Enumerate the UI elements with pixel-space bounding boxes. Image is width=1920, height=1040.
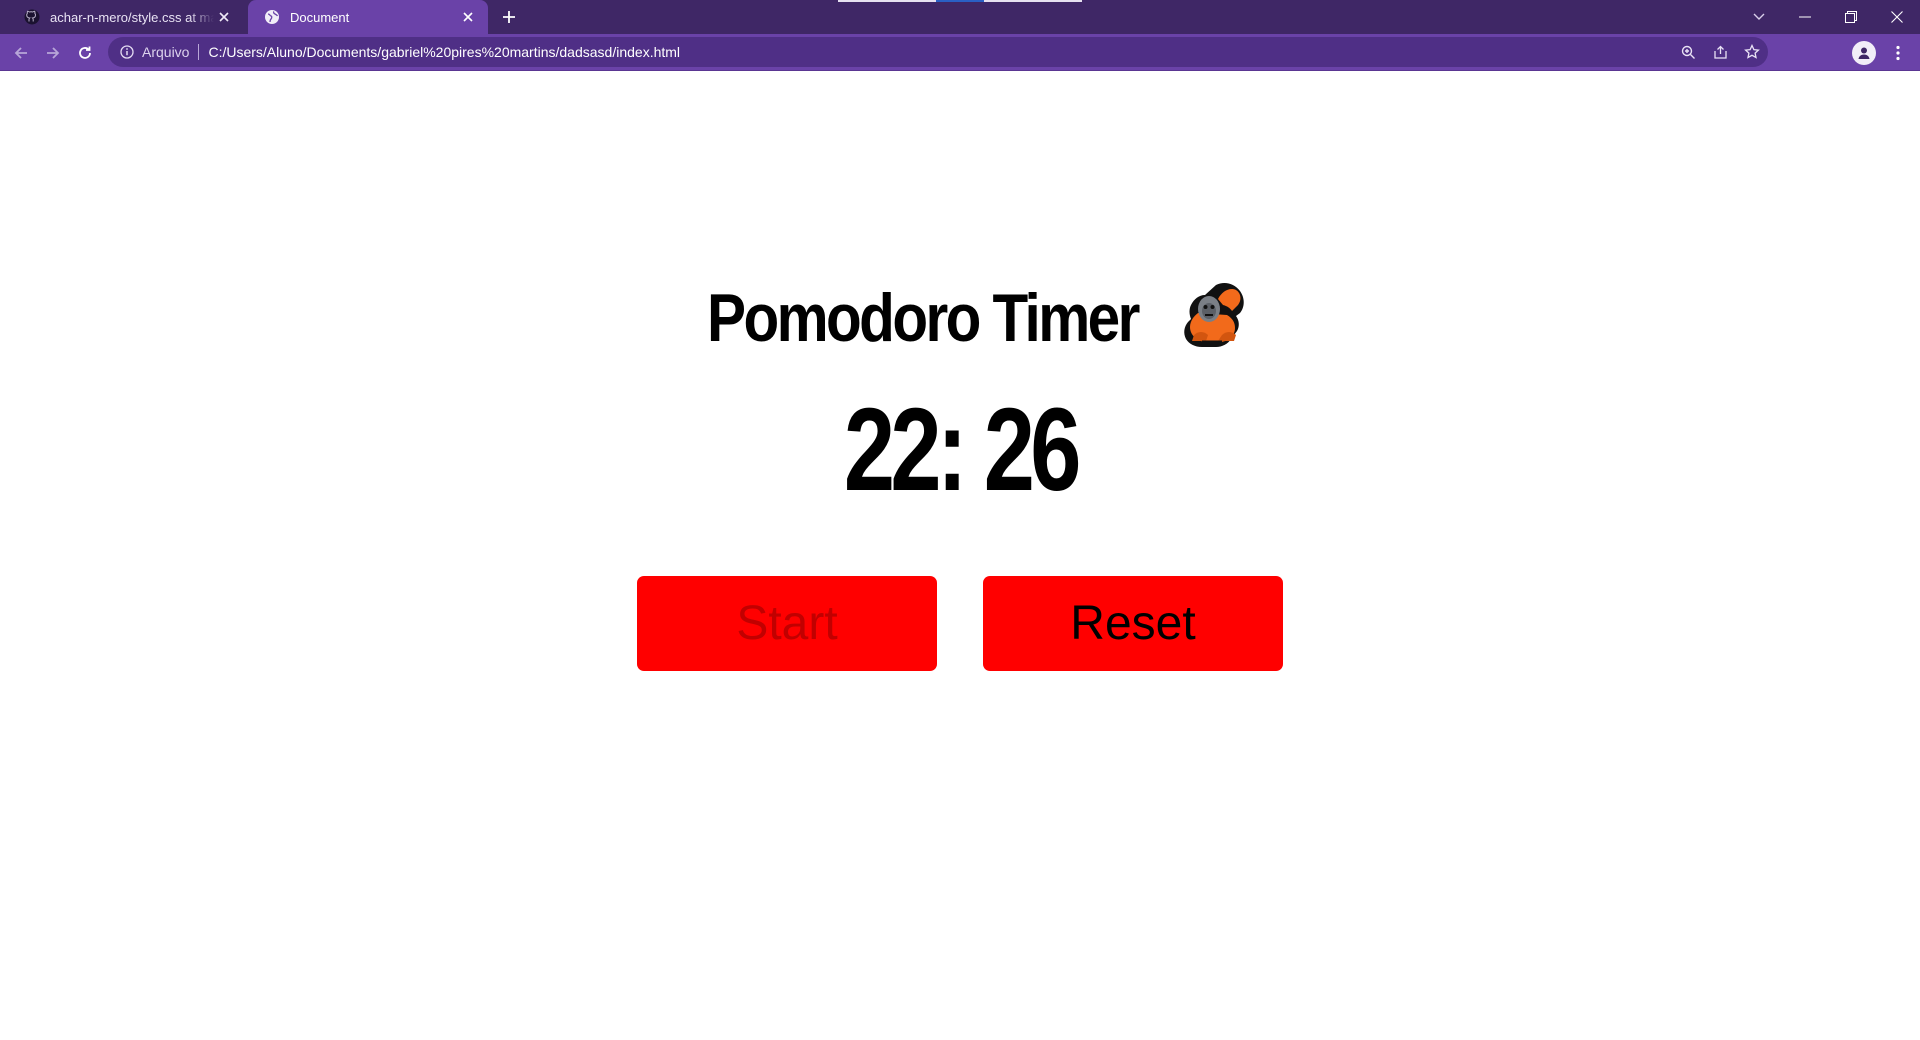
page-heading: Pomodoro Timer <box>0 278 1920 358</box>
close-window-button[interactable] <box>1874 0 1920 34</box>
back-button[interactable] <box>8 40 34 66</box>
restore-button[interactable] <box>1828 0 1874 34</box>
timer-value: 22: 26 <box>843 384 1082 516</box>
address-bar[interactable]: Arquivo C:/Users/Aluno/Documents/gabriel… <box>108 37 1768 67</box>
user-icon <box>1858 47 1870 59</box>
close-tab-icon[interactable] <box>214 7 234 27</box>
omnibox-divider <box>198 44 200 60</box>
restore-icon <box>1845 11 1857 23</box>
zoom-icon <box>1681 45 1695 59</box>
star-icon <box>1744 44 1760 59</box>
bookmark-button[interactable] <box>1736 37 1768 67</box>
browser-menu-button[interactable] <box>1886 41 1910 65</box>
close-icon <box>1891 11 1903 23</box>
tab-strip: achar-n-mero/style.css at main · Documen… <box>0 0 1920 34</box>
profile-avatar[interactable] <box>1852 41 1876 65</box>
browser-chrome: achar-n-mero/style.css at main · Documen… <box>0 0 1920 71</box>
minimize-button[interactable] <box>1782 0 1828 34</box>
tab-search-button[interactable] <box>1736 0 1782 34</box>
close-tab-icon[interactable] <box>458 7 478 27</box>
tabstrip-accent <box>838 0 936 2</box>
forward-button[interactable] <box>40 40 66 66</box>
info-icon[interactable] <box>118 43 136 61</box>
tabstrip-accent <box>936 0 984 2</box>
arrow-left-icon <box>14 47 27 59</box>
zoom-button[interactable] <box>1672 37 1704 67</box>
page-content: Pomodoro Timer 22: 26 Start Reset <box>0 71 1920 1040</box>
chevron-down-icon <box>1753 13 1765 20</box>
omnibox-actions <box>1672 37 1768 67</box>
url-text[interactable]: C:/Users/Aluno/Documents/gabriel%20pires… <box>208 44 680 60</box>
new-tab-button[interactable] <box>498 6 520 28</box>
start-button[interactable]: Start <box>637 576 937 671</box>
browser-toolbar: Arquivo C:/Users/Aluno/Documents/gabriel… <box>0 34 1920 71</box>
orangutan-icon <box>1184 283 1245 347</box>
tab-github[interactable]: achar-n-mero/style.css at main · <box>8 0 244 34</box>
tab-title: Document <box>290 9 350 25</box>
arrow-right-icon <box>47 47 60 59</box>
window-controls <box>1736 0 1920 34</box>
share-icon <box>1713 45 1727 59</box>
reload-icon <box>79 46 91 59</box>
share-button[interactable] <box>1704 37 1736 67</box>
globe-icon <box>264 9 280 25</box>
kebab-menu-icon <box>1896 45 1900 61</box>
tabstrip-accent <box>984 0 1082 2</box>
connection-label: Arquivo <box>142 44 190 60</box>
minimize-icon <box>1799 16 1811 18</box>
github-icon <box>24 9 40 25</box>
tab-document[interactable]: Document <box>248 0 488 34</box>
reload-button[interactable] <box>72 40 98 66</box>
reset-button[interactable]: Reset <box>983 576 1283 671</box>
timer-display: 22: 26 <box>0 391 1920 509</box>
plus-icon <box>503 11 515 23</box>
tab-title: achar-n-mero/style.css at main · <box>50 9 214 25</box>
page-title: Pomodoro Timer <box>706 280 1140 356</box>
